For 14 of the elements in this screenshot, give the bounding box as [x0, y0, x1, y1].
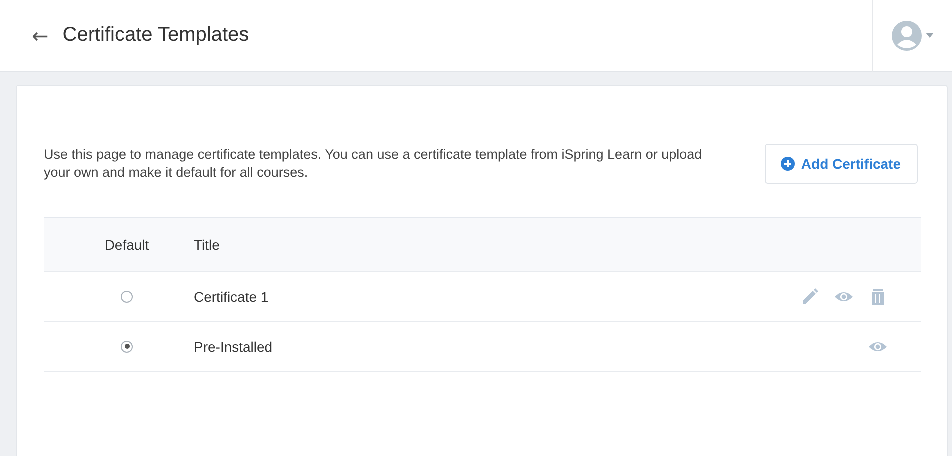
default-radio[interactable]: [121, 340, 133, 352]
title-cell: Pre-Installed: [194, 338, 273, 354]
default-radio[interactable]: [121, 290, 133, 302]
avatar-icon: [892, 20, 922, 50]
add-certificate-button[interactable]: Add Certificate: [765, 144, 918, 184]
back-button[interactable]: ←: [32, 24, 49, 48]
pencil-icon[interactable]: [800, 286, 820, 306]
column-header: Default: [104, 236, 150, 252]
caret-icon: [926, 33, 934, 38]
intro-text: Use this page to manage certificate templates. You can use a certificate template from iSpring Learn or upload your own and make it default for all courses.: [44, 146, 704, 182]
title-cell: Certificate 1: [194, 288, 269, 304]
column-header: Title: [194, 236, 220, 252]
plus-icon: [781, 157, 796, 171]
page-title: Certificate Templates: [62, 24, 250, 47]
